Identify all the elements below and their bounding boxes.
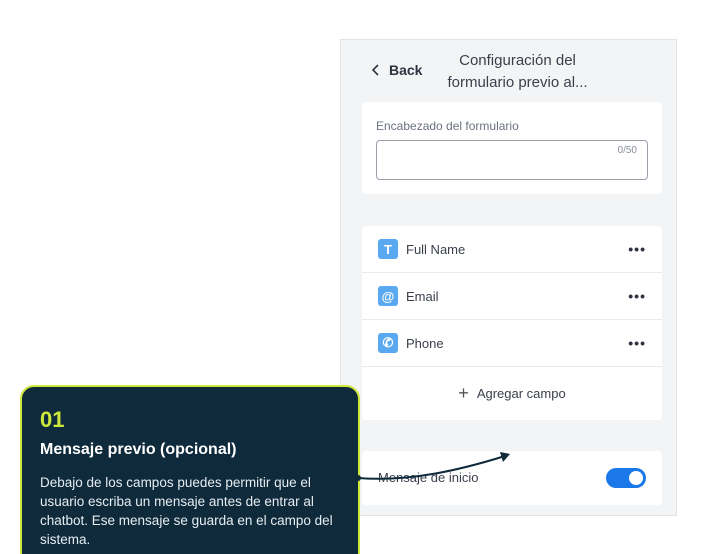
- field-row-phone[interactable]: ✆ Phone •••: [362, 320, 662, 367]
- phone-icon: ✆: [378, 333, 398, 353]
- add-field-button[interactable]: + Agregar campo: [362, 367, 662, 420]
- form-header-input[interactable]: 0/50: [376, 140, 648, 180]
- field-name: Full Name: [406, 241, 466, 257]
- toggle-knob: [629, 471, 643, 485]
- callout-title: Mensaje previo (opcional): [40, 441, 237, 458]
- form-settings-panel: Back Configuración del formulario previo…: [340, 39, 677, 516]
- more-options-icon[interactable]: •••: [628, 335, 646, 351]
- panel-header: Back Configuración del formulario previo…: [341, 40, 676, 102]
- field-name: Email: [406, 288, 439, 304]
- at-icon: @: [378, 286, 398, 306]
- field-row-full-name[interactable]: T Full Name •••: [362, 226, 662, 273]
- fields-card: T Full Name ••• @ Email ••• ✆ Phone ••• …: [362, 226, 662, 420]
- page-title: Configuración del formulario previo al..…: [447, 52, 588, 91]
- callout-body: Debajo de los campos puedes permitir que…: [40, 475, 333, 547]
- field-row-email[interactable]: @ Email •••: [362, 273, 662, 320]
- form-header-card: Encabezado del formulario 0/50: [362, 102, 662, 194]
- more-options-icon[interactable]: •••: [628, 241, 646, 257]
- char-counter: 0/50: [617, 145, 637, 156]
- text-icon: T: [378, 239, 398, 259]
- chevron-left-icon: [371, 64, 379, 76]
- step-number: 01: [40, 407, 65, 432]
- start-message-label: Mensaje de inicio: [378, 470, 479, 485]
- field-name: Phone: [406, 335, 444, 351]
- tutorial-callout: 01 Mensaje previo (opcional) Debajo de l…: [20, 385, 360, 554]
- back-label: Back: [389, 62, 423, 78]
- start-message-toggle[interactable]: [606, 468, 646, 488]
- more-options-icon[interactable]: •••: [628, 288, 646, 304]
- add-field-label: Agregar campo: [476, 386, 566, 401]
- form-header-label: Encabezado del formulario: [376, 119, 519, 133]
- plus-icon: +: [458, 383, 469, 403]
- back-button[interactable]: Back: [371, 62, 422, 78]
- start-message-card: Mensaje de inicio: [362, 451, 662, 505]
